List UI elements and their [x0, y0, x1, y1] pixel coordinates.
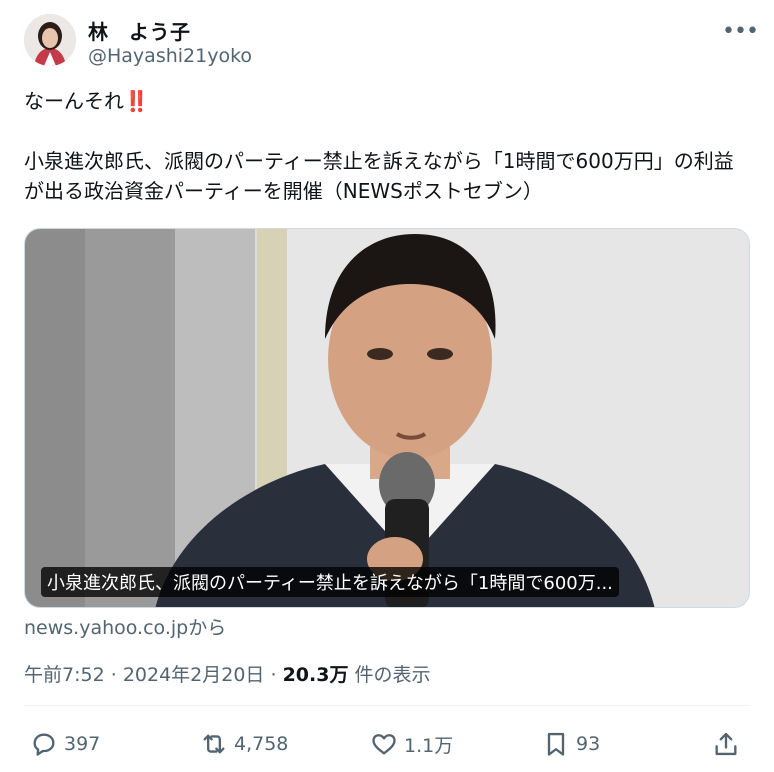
meta-separator: ·	[110, 664, 117, 686]
repost-button[interactable]: 4,758	[200, 722, 288, 766]
views-count: 20.3万	[282, 664, 349, 686]
divider	[24, 705, 750, 706]
tweet-line1: なーんそれ	[24, 89, 124, 113]
reply-button[interactable]: 397	[30, 722, 100, 766]
bookmark-icon	[547, 732, 565, 756]
heart-icon	[372, 734, 396, 755]
tweet-meta: 午前7:52 · 2024年2月20日 · 20.3万 件の表示	[24, 660, 431, 687]
meta-separator: ·	[270, 664, 277, 686]
share-icon	[715, 732, 737, 756]
tweet-body: 小泉進次郎氏、派閥のパーティー禁止を訴えながら「1時間で600万円」の利益が出る…	[24, 149, 734, 203]
repost-icon	[203, 734, 225, 754]
link-card-caption: 小泉進次郎氏、派閥のパーティー禁止を訴えながら「1時間で600万...	[41, 567, 619, 597]
link-card[interactable]: 小泉進次郎氏、派閥のパーティー禁止を訴えながら「1時間で600万...	[24, 228, 750, 608]
bookmark-button[interactable]: 93	[542, 722, 600, 766]
tweet-time[interactable]: 午前7:52	[24, 664, 105, 686]
bookmark-count: 93	[576, 733, 601, 755]
exclamation-emoji: ‼️	[124, 89, 149, 113]
tweet-text: なーんそれ‼️ 小泉進次郎氏、派閥のパーティー禁止を訴えながら「1時間で600万…	[24, 86, 750, 206]
reply-count: 397	[64, 733, 101, 755]
repost-count: 4,758	[234, 733, 289, 755]
action-bar: 397 4,758 1.1万 93	[24, 722, 750, 766]
share-button[interactable]	[712, 722, 740, 766]
like-count: 1.1万	[404, 734, 454, 757]
like-button[interactable]: 1.1万	[370, 722, 453, 766]
link-card-image	[25, 229, 749, 607]
author-display-name[interactable]: 林 よう子	[88, 16, 191, 45]
tweet-date[interactable]: 2024年2月20日	[123, 664, 265, 686]
reply-icon	[33, 733, 55, 756]
author-handle[interactable]: @Hayashi21yoko	[88, 45, 252, 67]
views-label: 件の表示	[354, 664, 431, 686]
link-source[interactable]: news.yahoo.co.jpから	[24, 613, 226, 640]
more-horizontal-icon[interactable]: •••	[722, 18, 759, 46]
avatar[interactable]	[24, 14, 76, 66]
